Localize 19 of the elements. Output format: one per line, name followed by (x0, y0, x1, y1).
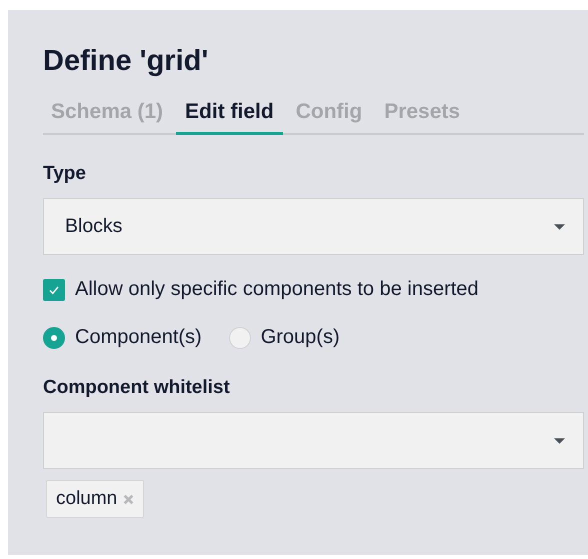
tab[interactable]: Edit field (176, 96, 283, 135)
caret-icon (554, 224, 565, 230)
tag-label: column (56, 488, 118, 510)
radio-button[interactable] (43, 326, 65, 348)
radio-label: Group(s) (260, 326, 340, 349)
field-label: Component whitelist (43, 377, 231, 399)
tab[interactable]: Presets (375, 96, 470, 135)
checkbox-label: Allow only specific components to be inserted (75, 278, 479, 301)
remove-icon[interactable] (123, 494, 134, 504)
checkbox[interactable] (43, 278, 65, 300)
whitelist-select[interactable] (43, 412, 584, 469)
tab[interactable]: Schema (1) (43, 96, 172, 135)
radio-label: Component(s) (75, 326, 202, 349)
field-label: Type (43, 163, 87, 185)
type-select[interactable]: Blocks (43, 198, 584, 255)
tab[interactable]: Config (286, 96, 372, 135)
radio-button[interactable] (228, 326, 251, 348)
dialog-title: Define 'grid' (43, 45, 210, 77)
caret-icon (554, 438, 565, 444)
